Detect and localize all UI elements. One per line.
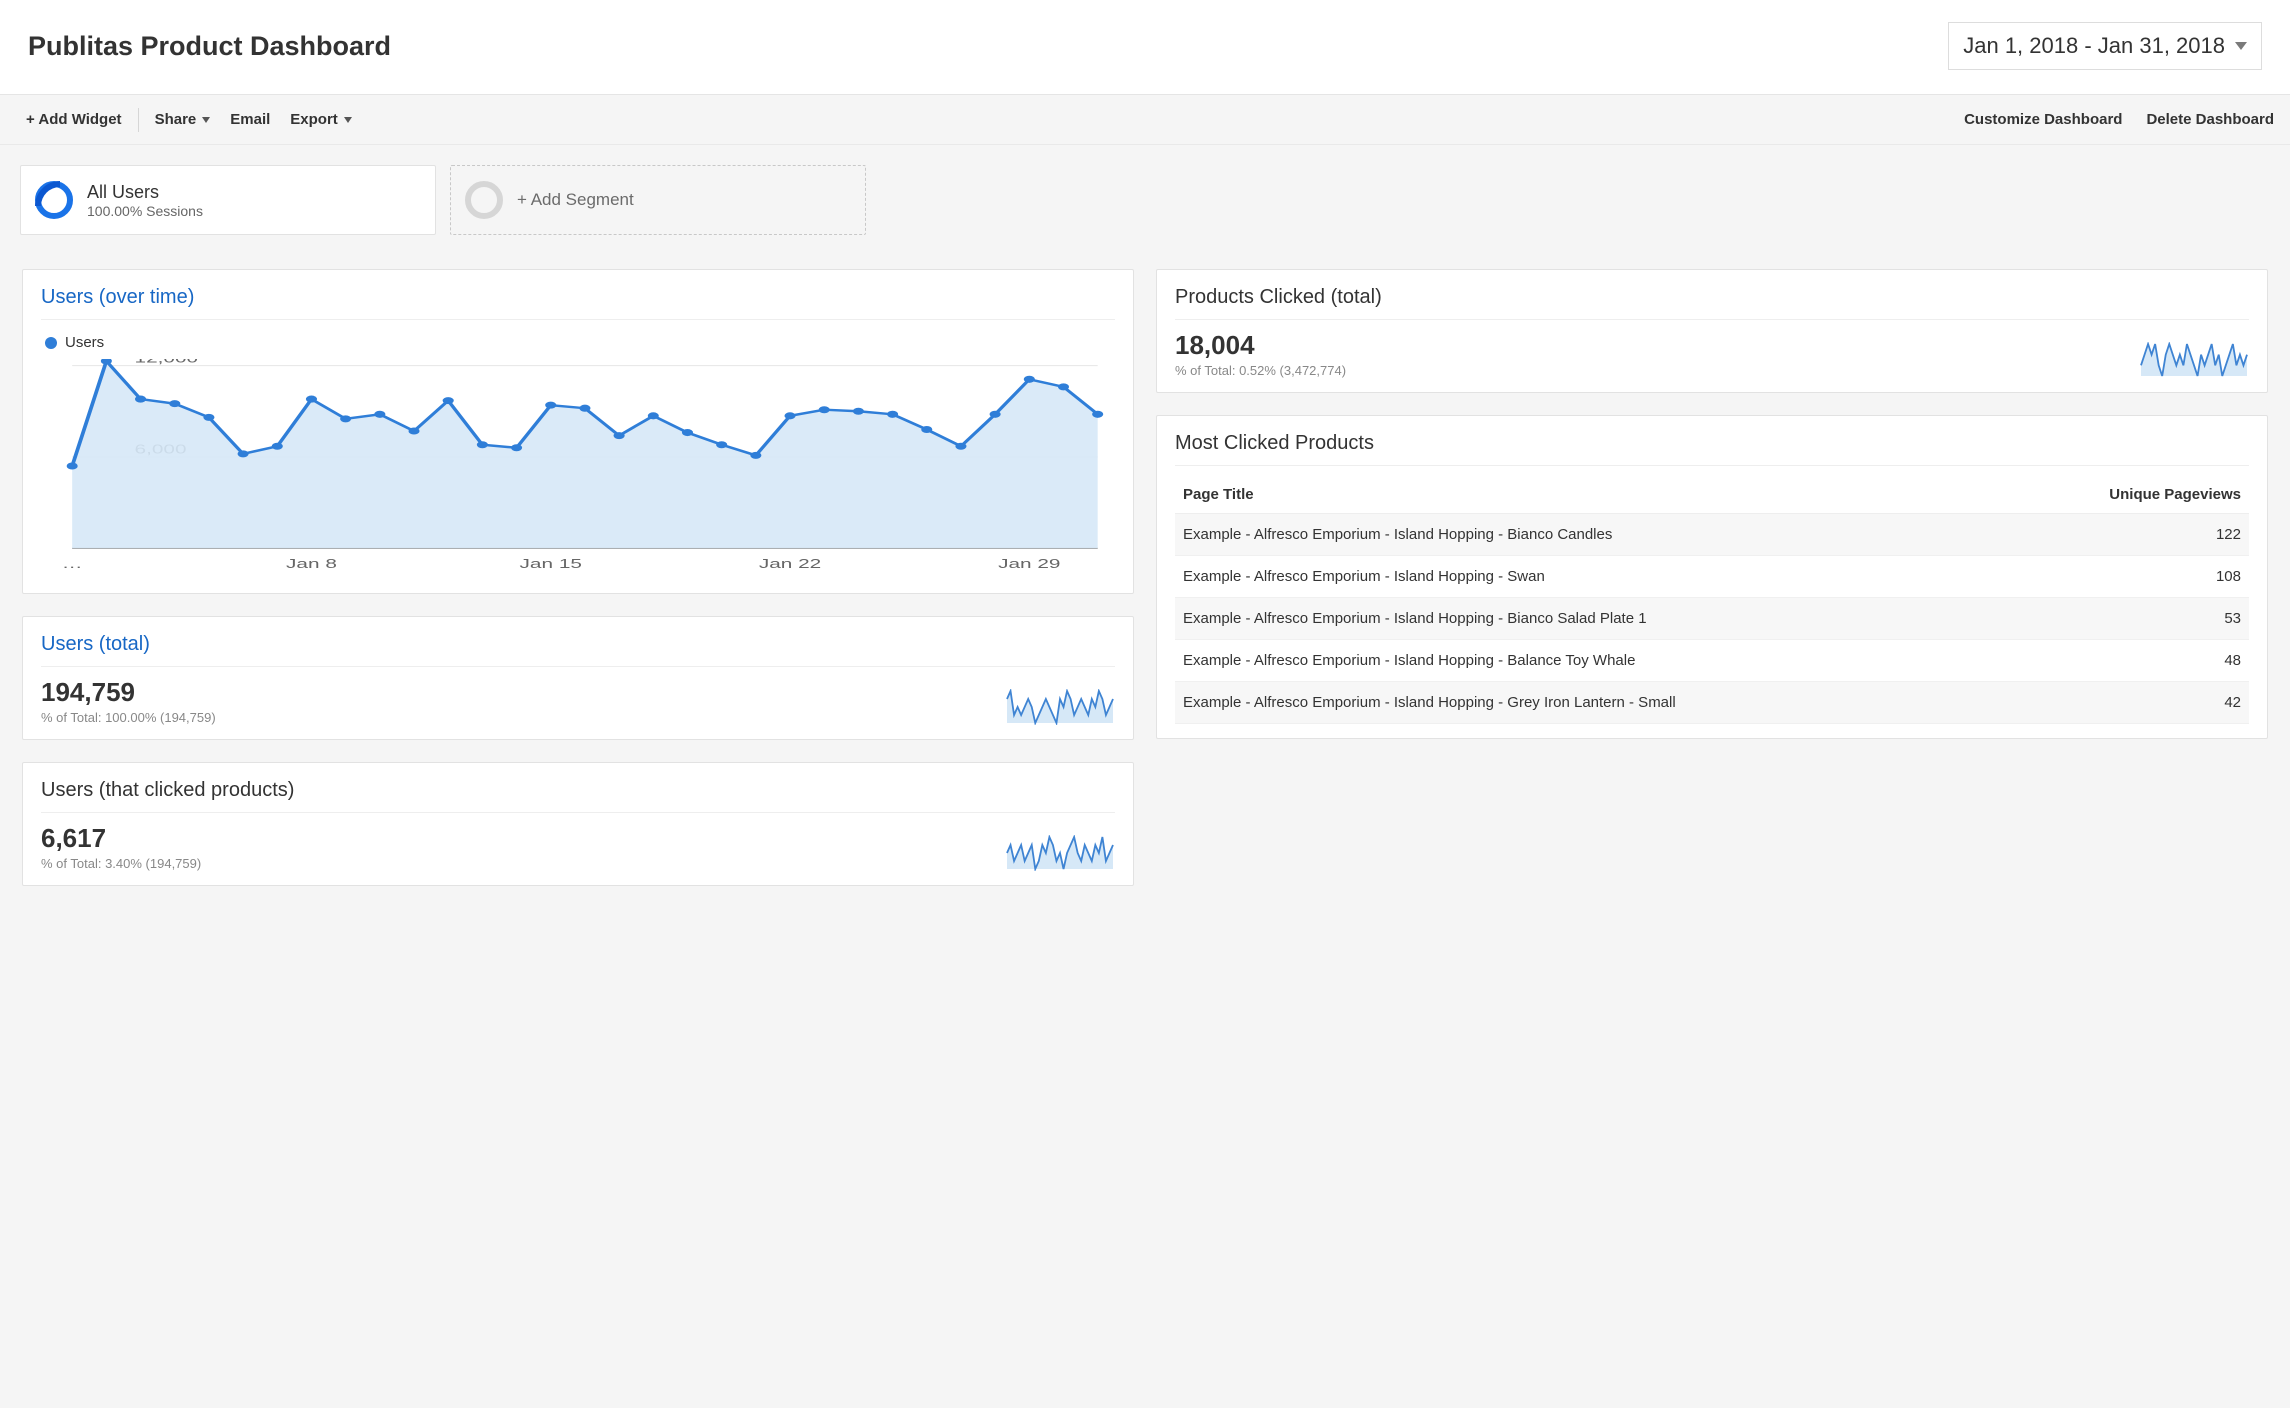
divider (1175, 465, 2249, 466)
date-range-label: Jan 1, 2018 - Jan 31, 2018 (1963, 33, 2225, 59)
metric-value: 194,759 (41, 677, 216, 708)
table-row[interactable]: Example - Alfresco Emporium - Island Hop… (1175, 556, 2249, 598)
email-button[interactable]: Email (220, 105, 280, 134)
legend-label: Users (65, 334, 104, 351)
cell-pageviews: 122 (1970, 514, 2249, 556)
widget-title-link[interactable]: Users (over time) (41, 286, 1115, 319)
cell-page-title: Example - Alfresco Emporium - Island Hop… (1175, 598, 1970, 640)
sparkline (1005, 689, 1115, 725)
segment-ring-placeholder-icon (465, 181, 503, 219)
customize-dashboard-link[interactable]: Customize Dashboard (1964, 111, 2122, 128)
add-segment-label: + Add Segment (517, 190, 634, 210)
sparkline (1005, 835, 1115, 871)
segment-title: All Users (87, 182, 203, 203)
widget-title: Most Clicked Products (1175, 432, 2249, 465)
widget-title: Users (that clicked products) (41, 779, 1115, 812)
segment-all-users[interactable]: All Users 100.00% Sessions (20, 165, 436, 235)
column-header-page-title[interactable]: Page Title (1175, 476, 1970, 514)
metric-subtext: % of Total: 0.52% (3,472,774) (1175, 363, 1346, 378)
svg-text:Jan 8: Jan 8 (286, 556, 337, 571)
share-button[interactable]: Share (145, 105, 221, 134)
cell-page-title: Example - Alfresco Emporium - Island Hop… (1175, 682, 1970, 724)
column-header-pageviews[interactable]: Unique Pageviews (1970, 476, 2249, 514)
most-clicked-products-widget: Most Clicked Products Page Title Unique … (1156, 415, 2268, 739)
sparkline (2139, 342, 2249, 378)
widget-title: Products Clicked (total) (1175, 286, 2249, 319)
chart-legend: Users (41, 330, 1115, 359)
cell-page-title: Example - Alfresco Emporium - Island Hop… (1175, 640, 1970, 682)
table-row[interactable]: Example - Alfresco Emporium - Island Hop… (1175, 514, 2249, 556)
svg-text:Jan 22: Jan 22 (759, 556, 821, 571)
add-widget-button[interactable]: + Add Widget (16, 105, 132, 134)
metric-subtext: % of Total: 3.40% (194,759) (41, 856, 201, 871)
table-row[interactable]: Example - Alfresco Emporium - Island Hop… (1175, 682, 2249, 724)
table-row[interactable]: Example - Alfresco Emporium - Island Hop… (1175, 598, 2249, 640)
users-clicked-widget: Users (that clicked products) 6,617 % of… (22, 762, 1134, 886)
legend-dot-icon (45, 337, 57, 349)
page-title: Publitas Product Dashboard (28, 31, 391, 62)
metric-value: 6,617 (41, 823, 201, 854)
users-total-widget: Users (total) 194,759 % of Total: 100.00… (22, 616, 1134, 740)
delete-dashboard-link[interactable]: Delete Dashboard (2146, 111, 2274, 128)
chevron-down-icon (2235, 42, 2247, 50)
add-segment-button[interactable]: + Add Segment (450, 165, 866, 235)
share-label: Share (155, 111, 197, 128)
export-label: Export (290, 111, 338, 128)
cell-pageviews: 108 (1970, 556, 2249, 598)
cell-pageviews: 53 (1970, 598, 2249, 640)
svg-text:Jan 29: Jan 29 (998, 556, 1060, 571)
chevron-down-icon (202, 117, 210, 123)
svg-text:…: … (62, 556, 83, 571)
cell-page-title: Example - Alfresco Emporium - Island Hop… (1175, 514, 1970, 556)
products-clicked-widget: Products Clicked (total) 18,004 % of Tot… (1156, 269, 2268, 393)
divider (41, 666, 1115, 667)
widget-title-link[interactable]: Users (total) (41, 633, 1115, 666)
table-row[interactable]: Example - Alfresco Emporium - Island Hop… (1175, 640, 2249, 682)
cell-pageviews: 48 (1970, 640, 2249, 682)
metric-subtext: % of Total: 100.00% (194,759) (41, 710, 216, 725)
users-over-time-widget: Users (over time) Users 6,00012,000…Jan … (22, 269, 1134, 594)
segment-ring-icon (35, 181, 73, 219)
date-range-picker[interactable]: Jan 1, 2018 - Jan 31, 2018 (1948, 22, 2262, 70)
divider (41, 812, 1115, 813)
export-button[interactable]: Export (280, 105, 362, 134)
svg-text:Jan 15: Jan 15 (520, 556, 582, 571)
cell-page-title: Example - Alfresco Emporium - Island Hop… (1175, 556, 1970, 598)
most-clicked-table: Page Title Unique Pageviews Example - Al… (1175, 476, 2249, 724)
cell-pageviews: 42 (1970, 682, 2249, 724)
metric-value: 18,004 (1175, 330, 1346, 361)
users-line-chart: 6,00012,000…Jan 8Jan 15Jan 22Jan 29 (41, 359, 1115, 579)
svg-text:12,000: 12,000 (135, 359, 199, 365)
chevron-down-icon (344, 117, 352, 123)
divider (1175, 319, 2249, 320)
divider (138, 108, 139, 132)
segment-subtitle: 100.00% Sessions (87, 203, 203, 219)
divider (41, 319, 1115, 320)
